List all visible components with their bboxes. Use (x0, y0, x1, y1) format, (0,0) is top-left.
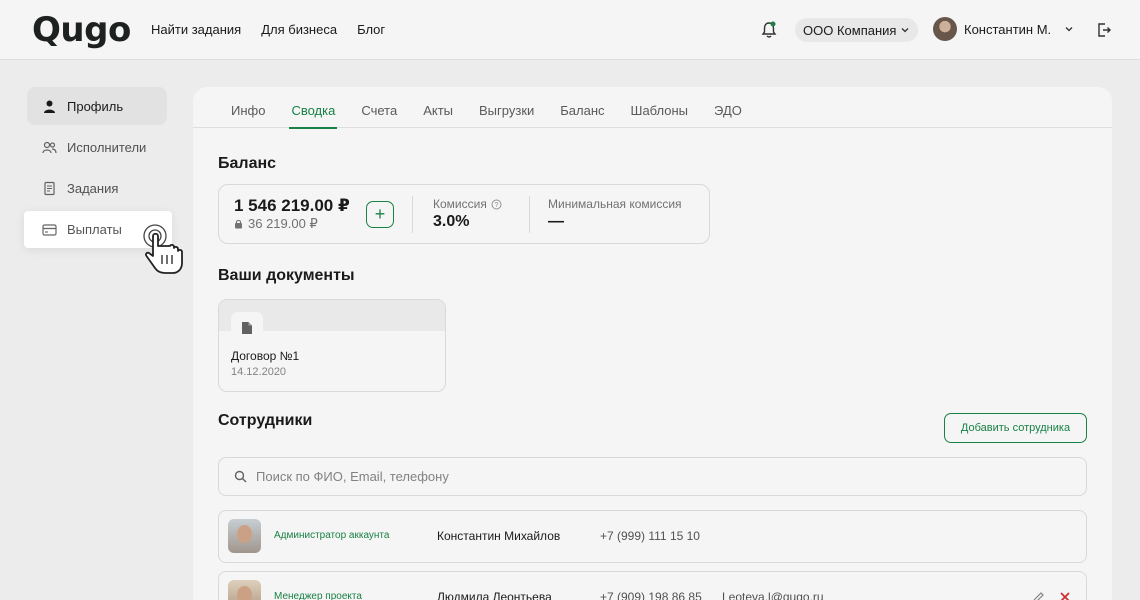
tab-bar: Инфо Сводка Счета Акты Выгрузки Баланс Ш… (193, 87, 1112, 129)
delete-icon[interactable] (1059, 591, 1071, 600)
blocked-amount: 36 219.00 ₽ (248, 216, 318, 231)
nav-find-tasks[interactable]: Найти задания (151, 22, 241, 37)
top-bar: Qugo Найти задания Для бизнеса Блог ООО … (0, 0, 1140, 60)
main-nav: Найти задания Для бизнеса Блог (151, 22, 385, 37)
sidebar: Профиль Исполнители Задания (27, 87, 167, 210)
tab-templates[interactable]: Шаблоны (631, 87, 689, 128)
employee-name: Константин Михайлов (437, 529, 561, 543)
search-icon (234, 470, 247, 483)
avatar (228, 519, 261, 553)
divider (412, 196, 413, 233)
lock-icon (235, 219, 242, 229)
employee-name: Людмила Леонтьева (437, 590, 552, 600)
document-title: Договор №1 (231, 349, 300, 363)
sidebar-item-executors[interactable]: Исполнители (27, 128, 167, 166)
document-icon (44, 181, 55, 195)
table-row[interactable]: Администратор аккаунта Константин Михайл… (218, 510, 1087, 563)
avatar (228, 580, 261, 600)
chevron-down-icon (1065, 27, 1073, 32)
min-commission-value: — (548, 213, 564, 230)
hand-cursor-icon (143, 224, 183, 274)
tab-edo[interactable]: ЭДО (714, 87, 742, 128)
sidebar-item-tasks[interactable]: Задания (27, 169, 167, 207)
logout-icon[interactable] (1096, 22, 1112, 38)
min-commission-label: Минимальная комиссия (548, 197, 682, 211)
avatar (933, 17, 957, 41)
users-icon (42, 141, 57, 153)
sidebar-item-label: Профиль (67, 98, 124, 114)
commission-value: 3.0% (433, 213, 470, 230)
user-menu[interactable]: Константин М. (933, 17, 1074, 41)
svg-text:?: ? (494, 202, 498, 209)
employee-search (218, 457, 1087, 496)
employees-heading: Сотрудники (218, 412, 313, 429)
nav-blog[interactable]: Блог (357, 22, 385, 37)
tab-summary[interactable]: Сводка (289, 87, 338, 129)
tab-invoices[interactable]: Счета (361, 87, 397, 128)
company-selector[interactable]: ООО Компания (795, 18, 919, 42)
chevron-down-icon (901, 28, 909, 33)
add-employee-button[interactable]: Добавить сотрудника (944, 413, 1087, 443)
employee-email: Leoteva.l@qugo.ru (722, 590, 824, 600)
top-up-button[interactable]: + (366, 201, 394, 228)
card-icon (42, 223, 57, 236)
bell-icon[interactable] (760, 20, 778, 40)
tab-exports[interactable]: Выгрузки (479, 87, 534, 128)
sidebar-item-label: Выплаты (67, 222, 122, 237)
balance-heading: Баланс (218, 155, 277, 172)
balance-amount: 1 546 219.00 ₽ (234, 196, 350, 215)
blocked-balance: 36 219.00 ₽ (234, 216, 318, 232)
edit-icon[interactable] (1032, 591, 1045, 600)
nav-for-business[interactable]: Для бизнеса (261, 22, 337, 37)
logo[interactable]: Qugo (32, 10, 131, 50)
employee-phone: +7 (909) 198 86 85 (600, 590, 702, 600)
sidebar-item-profile[interactable]: Профиль (27, 87, 167, 125)
employee-role: Администратор аккаунта (274, 530, 390, 541)
balance-panel: 1 546 219.00 ₽ 36 219.00 ₽ + Комиссия ? … (218, 184, 710, 244)
file-icon (231, 312, 263, 344)
documents-heading: Ваши документы (218, 267, 355, 284)
sidebar-item-label: Задания (67, 180, 119, 196)
person-icon (44, 100, 55, 113)
main-card: Инфо Сводка Счета Акты Выгрузки Баланс Ш… (193, 87, 1112, 600)
document-card[interactable]: Договор №1 14.12.2020 (218, 299, 446, 392)
search-input[interactable] (256, 469, 956, 484)
table-row[interactable]: Менеджер проекта Людмила Леонтьева +7 (9… (218, 571, 1087, 600)
tab-acts[interactable]: Акты (423, 87, 453, 128)
document-date: 14.12.2020 (231, 366, 287, 378)
employee-phone: +7 (999) 111 15 10 (600, 529, 700, 543)
help-icon[interactable]: ? (491, 199, 502, 210)
user-name: Константин М. (964, 21, 1052, 37)
sidebar-item-label: Исполнители (67, 139, 147, 155)
tab-balance[interactable]: Баланс (560, 87, 604, 128)
commission-label: Комиссия ? (433, 197, 502, 211)
commission-label-text: Комиссия (433, 197, 487, 211)
company-name: ООО Компания (803, 22, 897, 38)
divider (529, 196, 530, 233)
tab-info[interactable]: Инфо (231, 87, 265, 128)
employee-role: Менеджер проекта (274, 591, 362, 600)
